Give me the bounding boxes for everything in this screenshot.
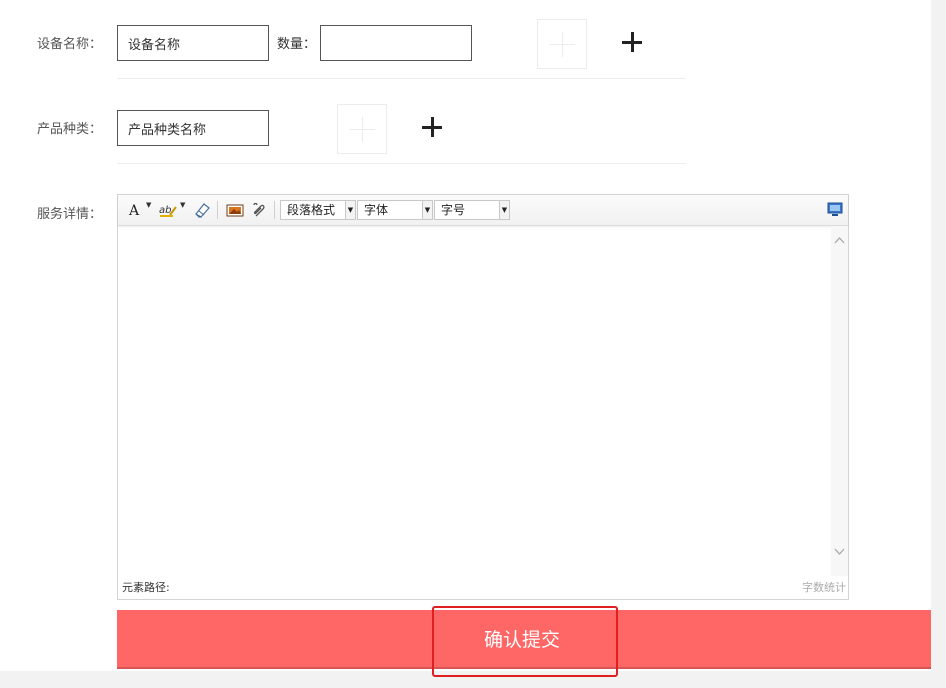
highlight-dropdown-icon[interactable]: ▼ (180, 201, 185, 209)
add-device-plus-icon[interactable] (622, 32, 642, 52)
toolbar-separator (217, 201, 218, 219)
rich-text-editor: A ▼ ab ▼ 段落格式 ▼ 字体 ▼ 字号 ▼ 元素路径: 字数统计 (117, 194, 849, 600)
font-size-value: 字号 (441, 203, 466, 217)
device-name-label: 设备名称： (37, 37, 103, 52)
paragraph-format-value: 段落格式 (287, 203, 336, 217)
chevron-down-icon: ▼ (422, 201, 432, 219)
product-image-upload[interactable] (337, 104, 387, 154)
font-family-value: 字体 (364, 203, 389, 217)
divider (117, 78, 686, 79)
device-image-upload[interactable] (537, 19, 587, 69)
chevron-down-icon[interactable] (834, 548, 845, 558)
font-color-icon[interactable]: A (128, 201, 142, 219)
font-size-select[interactable]: 字号 ▼ (434, 200, 510, 220)
editor-scrollbar[interactable] (831, 226, 848, 576)
confirm-submit-button[interactable]: 确认提交 (117, 610, 931, 669)
quantity-label: 数量： (277, 37, 317, 52)
page-bottom-gutter (0, 671, 946, 688)
product-category-label: 产品种类： (37, 122, 103, 137)
paragraph-format-select[interactable]: 段落格式 ▼ (280, 200, 356, 220)
eraser-icon[interactable] (193, 201, 211, 219)
chevron-up-icon[interactable] (834, 236, 845, 246)
element-path-label: 元素路径: (122, 581, 170, 594)
font-color-dropdown-icon[interactable]: ▼ (146, 201, 151, 209)
svg-text:A: A (128, 203, 140, 219)
service-details-label: 服务详情： (37, 207, 103, 222)
page-right-gutter (931, 0, 946, 688)
fullscreen-icon[interactable] (827, 201, 843, 219)
chevron-down-icon: ▼ (499, 201, 509, 219)
word-count-label: 字数统计 (802, 581, 846, 594)
device-name-input[interactable] (117, 25, 269, 61)
divider (117, 163, 686, 164)
attachment-icon[interactable] (251, 201, 267, 219)
image-icon[interactable] (226, 201, 244, 219)
font-family-select[interactable]: 字体 ▼ (357, 200, 433, 220)
confirm-submit-label: 确认提交 (483, 629, 560, 651)
editor-content-area[interactable] (118, 226, 831, 574)
product-category-input[interactable] (117, 110, 269, 146)
quantity-input[interactable] (320, 25, 472, 61)
editor-statusbar: 元素路径: 字数统计 (118, 577, 848, 599)
editor-toolbar: A ▼ ab ▼ 段落格式 ▼ 字体 ▼ 字号 ▼ (118, 195, 848, 226)
add-product-plus-icon[interactable] (422, 117, 442, 137)
highlight-color-icon[interactable]: ab (159, 201, 177, 219)
chevron-down-icon: ▼ (345, 201, 355, 219)
toolbar-separator (274, 201, 275, 219)
